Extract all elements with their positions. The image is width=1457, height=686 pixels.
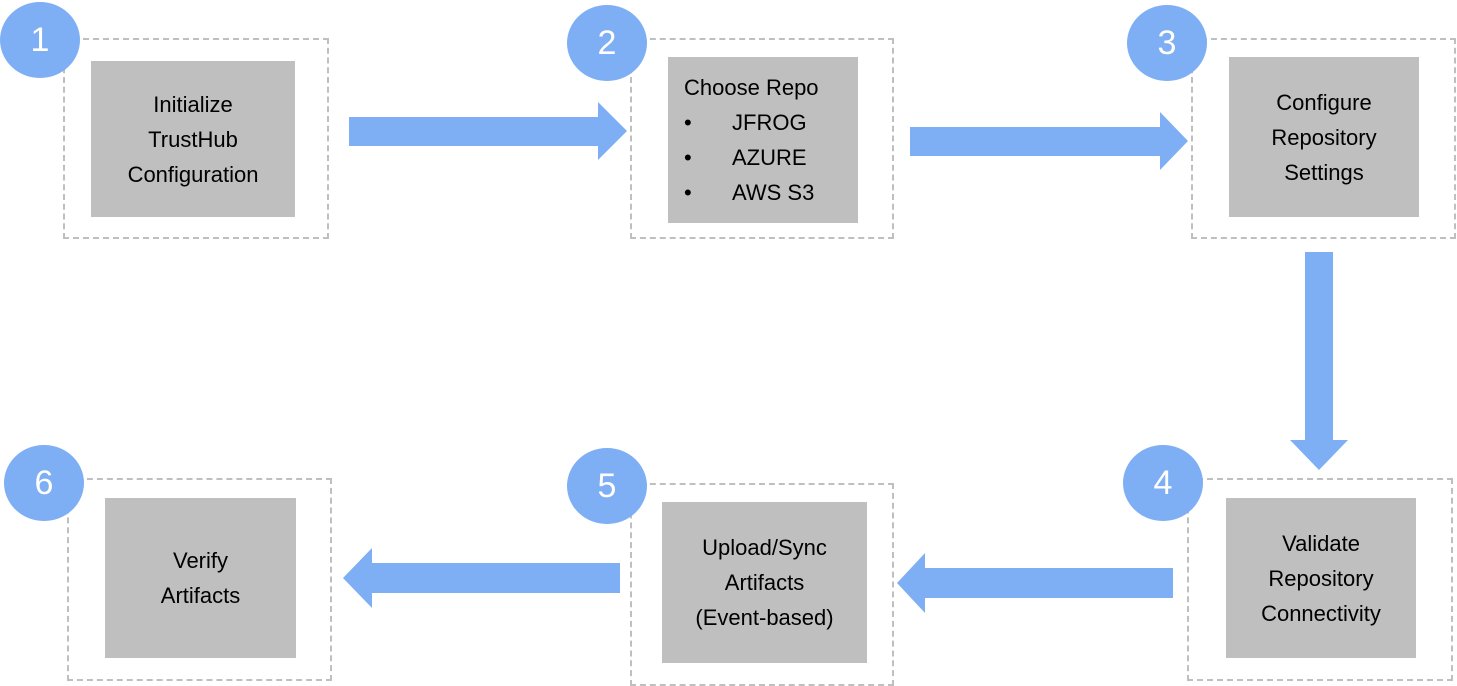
step-4-line: Validate — [1282, 530, 1360, 556]
step-1-line: Initialize — [153, 91, 233, 117]
arrow-2-to-3 — [910, 112, 1188, 170]
step-3-box: Configure Repository Settings — [1229, 57, 1419, 217]
step-6-line: Artifacts — [160, 583, 241, 608]
step-3-number: 3 — [1127, 5, 1207, 81]
arrow-3-to-4 — [1290, 252, 1348, 470]
repo-option: AWS S3 — [732, 180, 815, 205]
arrow-1-to-2 — [349, 102, 627, 160]
list-item: • AZURE — [684, 140, 807, 175]
step-1-line: Configuration — [127, 161, 259, 187]
step-3-line: Configure — [1276, 89, 1372, 115]
step-1-box: Initialize TrustHub Configuration — [91, 61, 295, 217]
step-6-line: Verify — [172, 548, 229, 573]
step-2-number: 2 — [567, 5, 647, 81]
step-4-number: 4 — [1123, 445, 1203, 521]
arrow-5-to-6 — [343, 548, 620, 608]
flow-diagram: Initialize TrustHub Configuration 1 Choo… — [0, 0, 1457, 686]
step-1-number: 1 — [0, 2, 80, 78]
step-3-line: Repository — [1271, 124, 1377, 150]
step-6-number: 6 — [4, 445, 84, 521]
step-5-box: Upload/Sync Artifacts (Event-based) — [662, 502, 867, 663]
step-5-number: 5 — [567, 448, 647, 524]
step-5-line: (Event-based) — [695, 605, 834, 630]
step-6-box: Verify Artifacts — [105, 498, 296, 658]
step-4-line: Repository — [1268, 565, 1374, 591]
step-5-line: Upload/Sync — [702, 535, 827, 560]
step-4-line: Connectivity — [1261, 600, 1381, 626]
step-3-line: Settings — [1284, 159, 1364, 185]
arrow-4-to-5 — [897, 553, 1173, 613]
repo-option: JFROG — [732, 110, 807, 135]
repo-option: AZURE — [732, 145, 807, 170]
step-1-line: TrustHub — [148, 126, 238, 152]
step-4-box: Validate Repository Connectivity — [1226, 498, 1416, 658]
list-item: • JFROG — [684, 105, 807, 140]
step-2-title: Choose Repo — [684, 75, 819, 100]
step-5-line: Artifacts — [724, 570, 805, 595]
list-item: • AWS S3 — [684, 175, 814, 210]
step-2-box: Choose Repo • JFROG • AZURE • AWS S3 — [668, 57, 858, 223]
